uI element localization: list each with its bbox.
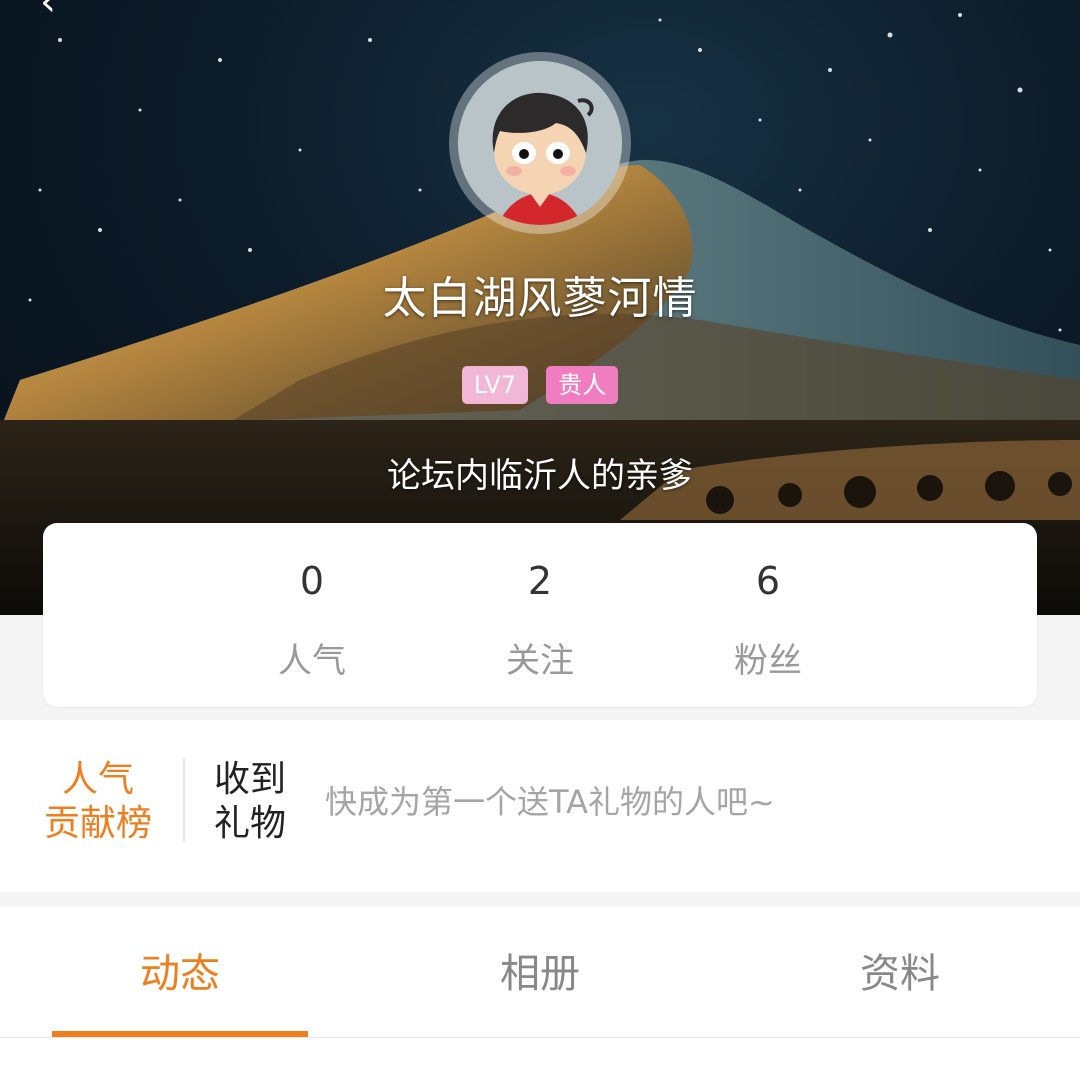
content-area (0, 1038, 1080, 1074)
tab-profile-info[interactable]: 资料 (720, 907, 1080, 1037)
username: 太白湖风蓼河情 (382, 273, 698, 324)
rank-label-line1: 人气 (61, 759, 134, 800)
back-chevron-icon[interactable]: ‹ (40, 0, 80, 22)
stats-card: 0 人气 2 关注 6 粉丝 (43, 523, 1037, 707)
received-gifts-label: 收到 礼物 (208, 758, 292, 846)
stat-label: 人气 (278, 641, 346, 681)
stat-label: 粉丝 (734, 641, 802, 681)
received-label-line1: 收到 (213, 759, 286, 800)
tab-album[interactable]: 相册 (360, 907, 720, 1037)
stat-popularity[interactable]: 0 人气 (222, 523, 402, 707)
profile-signature: 论坛内临沂人的亲爹 (387, 456, 693, 496)
badge-row: LV7 贵人 (0, 366, 1080, 404)
received-label-line2: 礼物 (213, 803, 286, 844)
rank-label-line2: 贡献榜 (43, 803, 152, 844)
avatar[interactable] (449, 52, 631, 234)
stat-value: 0 (299, 559, 325, 603)
stat-label: 关注 (506, 641, 574, 681)
cartoon-boy-avatar-icon (458, 61, 622, 225)
active-tab-indicator (52, 1031, 308, 1037)
tab-activity[interactable]: 动态 (0, 907, 360, 1037)
vertical-divider (183, 758, 185, 842)
profile-tabs: 动态 相册 资料 (0, 907, 1080, 1038)
stat-following[interactable]: 2 关注 (450, 523, 630, 707)
gift-row[interactable]: 人气 贡献榜 收到 礼物 快成为第一个送TA礼物的人吧~ (0, 720, 1080, 892)
vip-badge: 贵人 (546, 366, 619, 404)
stat-value: 6 (755, 559, 781, 603)
stat-value: 2 (527, 559, 553, 603)
level-badge: LV7 (461, 366, 529, 404)
stat-fans[interactable]: 6 粉丝 (678, 523, 858, 707)
popularity-contribution-rank-link[interactable]: 人气 贡献榜 (38, 758, 158, 846)
send-gift-hint[interactable]: 快成为第一个送TA礼物的人吧~ (325, 780, 775, 824)
